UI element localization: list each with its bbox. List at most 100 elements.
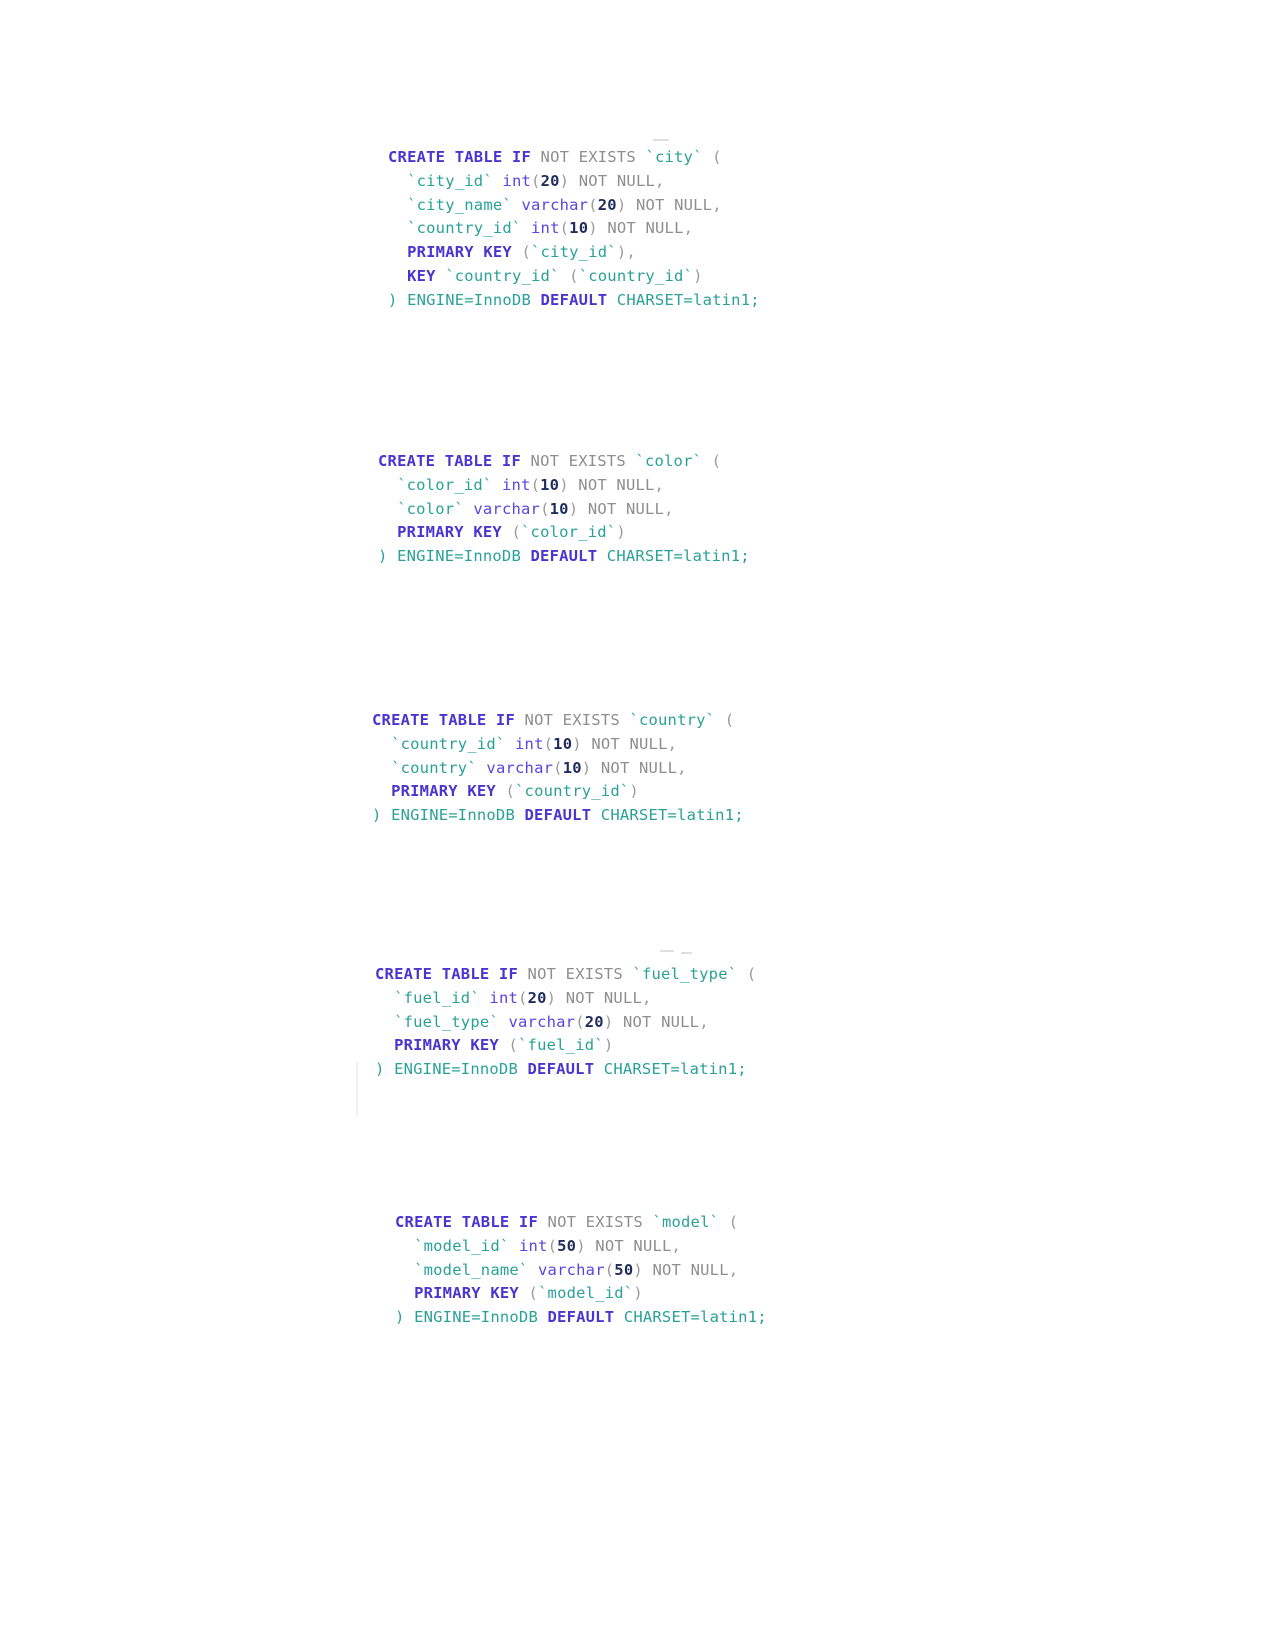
code-line: `city_name` varchar(20) NOT NULL, [388, 194, 760, 218]
token-engine: CHARSET=latin1; [597, 547, 750, 566]
create-table-block-fuel_type: CREATE TABLE IF NOT EXISTS `fuel_type` (… [375, 963, 756, 1082]
token-punct: ) [603, 1036, 614, 1055]
token-punct: ( [559, 266, 579, 285]
token-kw: PRIMARY KEY [394, 1036, 499, 1055]
token-num: 50 [614, 1260, 634, 1279]
token-punct: , [642, 988, 652, 1007]
token-ident: `fuel_id` [394, 988, 480, 1007]
token-num: 10 [553, 734, 573, 753]
code-line: `city_id` int(20) NOT NULL, [388, 170, 760, 194]
token-plain: NOT NULL [578, 171, 656, 190]
token-punct: , [677, 758, 687, 777]
code-line: `fuel_id` int(20) NOT NULL, [375, 987, 756, 1011]
token-punct: ) [633, 1260, 643, 1279]
token-ident: `city_id` [531, 243, 617, 262]
token-punct: ) [629, 782, 639, 801]
token-punct: ( [559, 219, 570, 238]
code-line: PRIMARY KEY (`color_id`) [378, 521, 750, 545]
token-plain: NOT NULL [607, 219, 684, 238]
token-ident: `country_id` [445, 266, 560, 285]
token-plain: NOT EXISTS [547, 1213, 643, 1231]
token-engine: CHARSET=latin1; [591, 806, 744, 825]
token-type: int [502, 171, 532, 190]
token-punct: ( [530, 475, 541, 494]
token-plain: NOT NULL [600, 758, 678, 777]
token-punct: ) [693, 266, 703, 285]
token-type: int [501, 475, 531, 494]
token-punct: , [683, 219, 694, 238]
token-kw: CREATE TABLE IF [375, 965, 518, 983]
code-line: PRIMARY KEY (`model_id`) [395, 1282, 767, 1306]
code-line: ) ENGINE=InnoDB DEFAULT CHARSET=latin1; [372, 804, 744, 828]
create-table-block-country: CREATE TABLE IF NOT EXISTS `country` ( `… [372, 709, 744, 828]
code-line: `model_id` int(50) NOT NULL, [395, 1235, 767, 1259]
token-engine: ) ENGINE=InnoDB [372, 806, 525, 825]
token-plain: NOT EXISTS [524, 711, 620, 729]
token-kw: KEY [407, 266, 436, 285]
token-ident: `model` [652, 1213, 720, 1231]
token-kw: PRIMARY KEY [397, 523, 502, 542]
token-plain: NOT NULL [652, 1260, 729, 1279]
token-ident: `country_id` [515, 782, 630, 801]
token-type: int [489, 988, 519, 1007]
token-punct: ( [518, 988, 528, 1007]
code-line: `country_id` int(10) NOT NULL, [388, 217, 760, 241]
token-kw: DEFAULT [524, 806, 592, 825]
code-line: ) ENGINE=InnoDB DEFAULT CHARSET=latin1; [395, 1306, 767, 1330]
code-line: PRIMARY KEY (`city_id`), [388, 241, 760, 265]
token-ident: `model_id` [538, 1284, 634, 1303]
token-ident: `country_id` [391, 734, 506, 753]
token-num: 10 [562, 758, 582, 777]
token-punct: ( [575, 1012, 585, 1031]
token-engine: ) ENGINE=InnoDB [378, 547, 531, 566]
token-punct: , [712, 195, 722, 214]
code-line: `model_name` varchar(50) NOT NULL, [395, 1259, 767, 1283]
token-plain: NOT NULL [587, 499, 665, 518]
token-ident: `city` [645, 148, 703, 166]
token-num: 20 [584, 1012, 604, 1031]
token-punct: ) [616, 523, 626, 542]
scan-artifact-dash [653, 139, 669, 141]
token-kw: CREATE TABLE IF [378, 452, 521, 470]
token-punct: , [667, 734, 678, 753]
document-page: CREATE TABLE IF NOT EXISTS `city` ( `cit… [0, 0, 1275, 1650]
code-line: CREATE TABLE IF NOT EXISTS `model` ( [395, 1211, 767, 1235]
create-table-block-model: CREATE TABLE IF NOT EXISTS `model` ( `mo… [395, 1211, 767, 1330]
token-type: varchar [521, 195, 589, 214]
token-punct: ( [518, 1284, 539, 1303]
token-engine: CHARSET=latin1; [607, 290, 760, 309]
token-num: 10 [540, 475, 560, 494]
token-ident: `country` [391, 758, 477, 777]
token-kw: DEFAULT [540, 290, 608, 309]
token-kw: DEFAULT [527, 1060, 595, 1079]
token-ident: `fuel_id` [518, 1036, 604, 1055]
token-punct: ( [715, 711, 735, 729]
token-punct: ) [576, 1236, 586, 1255]
token-punct: ( [531, 171, 541, 190]
token-kw: PRIMARY KEY [414, 1284, 519, 1303]
token-punct: ( [719, 1213, 739, 1231]
token-punct: , [654, 475, 665, 494]
token-kw: DEFAULT [547, 1308, 615, 1327]
token-punct: , [699, 1012, 709, 1031]
token-kw: PRIMARY KEY [407, 243, 512, 262]
token-punct: ( [495, 782, 516, 801]
token-punct: , [664, 499, 674, 518]
